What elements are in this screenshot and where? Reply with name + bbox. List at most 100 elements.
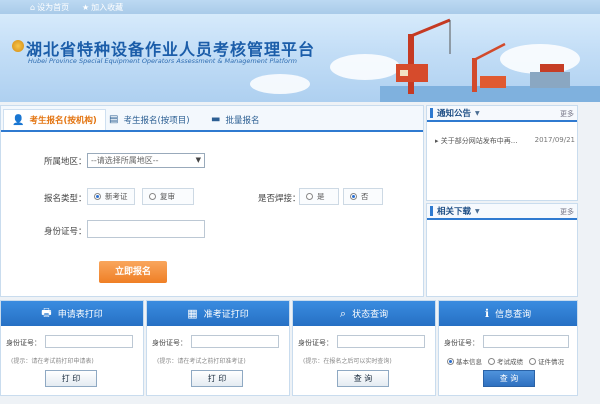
type-review-label: 复审	[160, 192, 175, 201]
box-title: 准考证打印	[203, 310, 249, 320]
status-query-box: ⌕ 状态查询 身份证号： (提示：在报名之后可以实时查询) 查 询	[292, 300, 436, 396]
info-query-button[interactable]: 查 询	[483, 370, 535, 387]
weld-radio-no[interactable]: 否	[343, 188, 383, 205]
status-query-header: ⌕ 状态查询	[293, 301, 435, 326]
radio-label: 基本信息	[456, 358, 482, 366]
radio-label: 考试成绩	[497, 358, 523, 366]
downloads-more-link[interactable]: 更多	[560, 207, 574, 217]
radio-basic-info[interactable]: 基本信息	[447, 356, 482, 366]
info-icon: ℹ	[484, 307, 490, 320]
tab-label: 批量报名	[225, 115, 260, 126]
notice-header: 通知公告 ▼ 更多	[427, 106, 577, 122]
admission-id-input[interactable]	[191, 335, 279, 348]
home-icon: ⌂	[30, 3, 36, 12]
admission-print-box: ▦ 准考证打印 身份证号： (提示：请在考试之前打印准考证) 打 印	[146, 300, 290, 396]
info-query-header: ℹ 信息查询	[439, 301, 577, 326]
info-id-input[interactable]	[483, 335, 569, 348]
weld-yes-label: 是	[317, 192, 325, 201]
radio-exam-score[interactable]: 考试成绩	[488, 356, 523, 366]
calendar-icon: ▦	[187, 307, 198, 320]
hint-text: (提示：在报名之后可以实时查询)	[303, 358, 392, 365]
chevron-down-icon: ▼	[195, 156, 201, 164]
notice-more-link[interactable]: 更多	[560, 109, 574, 119]
weld-no-label: 否	[361, 192, 369, 201]
radio-icon	[350, 193, 357, 200]
radio-icon	[94, 193, 101, 200]
add-favorite-label: 加入收藏	[91, 3, 124, 12]
info-radio-group: 基本信息 考试成绩 证件情况	[447, 356, 564, 366]
caret-down-icon: ▼	[475, 207, 480, 215]
notice-title: 通知公告	[437, 109, 472, 119]
tab-batch-register[interactable]: ▬ 批量报名	[211, 109, 259, 130]
weld-radio-yes[interactable]: 是	[299, 188, 339, 205]
weld-label: 是否焊接：	[258, 194, 301, 204]
type-radio-new[interactable]: 新考证	[87, 188, 135, 205]
caret-down-icon: ▼	[475, 109, 480, 117]
notice-item-date: 2017/09/21	[534, 136, 575, 144]
add-favorite-link[interactable]: ★ 加入收藏	[82, 2, 123, 13]
crane-illustration	[380, 18, 600, 102]
search-icon: ⌕	[339, 306, 347, 320]
status-query-button[interactable]: 查 询	[337, 370, 389, 387]
tab-label: 考生报名(按项目)	[123, 115, 190, 126]
id-label: 身份证号：	[298, 339, 333, 347]
tab-label: 考生报名(按机构)	[29, 116, 97, 126]
user-icon: 👤	[12, 114, 25, 126]
notice-item-text: 关于部分网站发布中再...	[440, 137, 518, 145]
set-home-label: 设为首页	[37, 3, 70, 12]
radio-icon	[306, 193, 313, 200]
application-print-box: 🖶 申请表打印 身份证号： (提示：请在考试前打印申请表) 打 印	[0, 300, 144, 396]
id-label: 身份证号：	[6, 339, 41, 347]
id-label: 身份证号：	[444, 339, 479, 347]
id-label: 身份证号：	[152, 339, 187, 347]
radio-label: 证件情况	[538, 358, 564, 366]
region-label: 所属地区：	[44, 157, 87, 167]
print-application-button[interactable]: 打 印	[45, 370, 97, 387]
downloads-title: 相关下载	[437, 207, 472, 217]
region-select-value: --请选择所属地区--	[91, 156, 159, 165]
set-home-link[interactable]: ⌂ 设为首页	[30, 2, 69, 13]
type-label: 报名类型：	[44, 194, 87, 204]
box-title: 状态查询	[352, 310, 389, 320]
register-now-button[interactable]: 立即报名	[99, 261, 167, 283]
radio-icon	[529, 357, 536, 365]
id-number-input[interactable]	[87, 220, 205, 238]
radio-icon	[488, 357, 495, 365]
header-accent	[430, 108, 433, 118]
banner: 湖北省特种设备作业人员考核管理平台 Hubei Province Special…	[0, 14, 600, 102]
notice-panel: 通知公告 ▼ 更多 ▸ 关于部分网站发布中再... 2017/09/21	[426, 105, 578, 201]
box-title: 信息查询	[495, 310, 532, 320]
document-icon: ▤	[109, 114, 119, 125]
application-id-input[interactable]	[45, 335, 133, 348]
hint-text: (提示：请在考试前打印申请表)	[11, 358, 94, 365]
info-query-box: ℹ 信息查询 身份证号： 基本信息 考试成绩 证件情况 查 询	[438, 300, 578, 396]
site-subtitle: Hubei Province Special Equipment Operato…	[28, 57, 297, 65]
application-print-header: 🖶 申请表打印	[1, 301, 143, 326]
printer-icon: 🖶	[41, 306, 52, 319]
print-admission-button[interactable]: 打 印	[191, 370, 243, 387]
tab-register-by-item[interactable]: ▤ 考生报名(按项目)	[109, 109, 190, 130]
logo-emblem	[12, 40, 24, 52]
registration-panel: 👤 考生报名(按机构) ▤ 考生报名(按项目) ▬ 批量报名 所属地区： --请…	[0, 105, 424, 297]
id-label: 身份证号：	[44, 227, 87, 237]
hint-text: (提示：请在考试之前打印准考证)	[157, 358, 246, 365]
radio-icon	[447, 357, 454, 365]
notice-item[interactable]: ▸ 关于部分网站发布中再...	[435, 136, 517, 146]
type-radio-review[interactable]: 复审	[142, 188, 194, 205]
header-accent	[430, 206, 433, 216]
top-bar: ⌂ 设为首页 ★ 加入收藏	[0, 0, 600, 14]
admission-print-header: ▦ 准考证打印	[147, 301, 289, 326]
type-new-label: 新考证	[105, 192, 128, 201]
cloud-decoration	[250, 74, 310, 94]
radio-certificate-status[interactable]: 证件情况	[529, 356, 564, 366]
status-id-input[interactable]	[337, 335, 425, 348]
downloads-header: 相关下载 ▼ 更多	[427, 204, 577, 220]
tab-bar: 👤 考生报名(按机构) ▤ 考生报名(按项目) ▬ 批量报名	[1, 106, 423, 132]
star-icon: ★	[82, 3, 90, 12]
tab-register-by-org[interactable]: 👤 考生报名(按机构)	[3, 109, 106, 130]
box-title: 申请表打印	[57, 310, 103, 320]
region-select[interactable]: --请选择所属地区-- ▼	[87, 153, 205, 168]
folder-icon: ▬	[211, 114, 221, 125]
radio-icon	[149, 193, 156, 200]
downloads-panel: 相关下载 ▼ 更多	[426, 203, 578, 297]
